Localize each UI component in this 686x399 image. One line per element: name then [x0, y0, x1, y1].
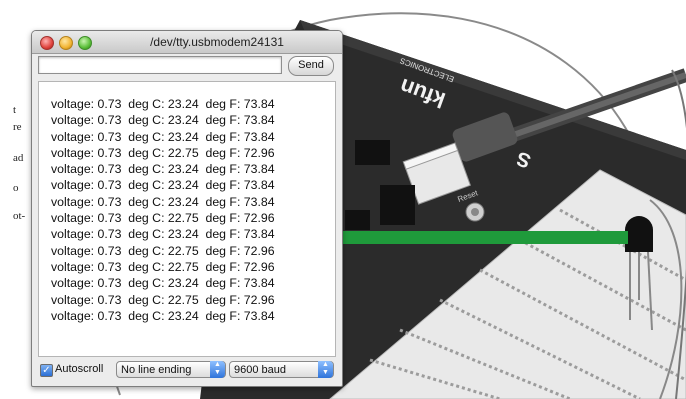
select-arrows-icon: ▲ ▼ [210, 361, 225, 378]
baud-rate-value: 9600 baud [234, 364, 286, 376]
output-line: voltage: 0.73 deg C: 23.24 deg F: 73.84 [51, 178, 275, 193]
serial-output-area[interactable]: voltage: 0.73 deg C: 23.24 deg F: 73.84 … [38, 81, 336, 357]
output-line: voltage: 0.73 deg C: 22.75 deg F: 72.96 [51, 243, 275, 258]
margin-text-fragment: re [13, 121, 22, 133]
minimize-window-button[interactable] [59, 36, 73, 50]
title-bar[interactable]: /dev/tty.usbmodem24131 [32, 31, 342, 54]
output-line: voltage: 0.73 deg C: 23.24 deg F: 73.84 [51, 129, 275, 144]
margin-text-fragment: t [13, 104, 17, 116]
send-row: Send [32, 54, 342, 80]
send-input[interactable] [38, 56, 282, 74]
output-line: voltage: 0.73 deg C: 23.24 deg F: 73.84 [51, 227, 275, 242]
autoscroll-label: Autoscroll [55, 363, 104, 375]
zoom-window-button[interactable] [78, 36, 92, 50]
serial-monitor-window: /dev/tty.usbmodem24131 Send voltage: 0.7… [31, 30, 343, 387]
baud-rate-select[interactable]: 9600 baud ▲ ▼ [229, 361, 334, 378]
serial-output-lines: voltage: 0.73 deg C: 23.24 deg F: 73.84 … [51, 96, 275, 324]
margin-text-fragment: o [13, 182, 19, 194]
bottom-controls: ✓ Autoscroll No line ending ▲ ▼ 9600 baud… [32, 359, 342, 385]
send-button[interactable]: Send [288, 56, 334, 76]
output-line: voltage: 0.73 deg C: 22.75 deg F: 72.96 [51, 292, 275, 307]
output-line: voltage: 0.73 deg C: 23.24 deg F: 73.84 [51, 308, 275, 323]
output-line: voltage: 0.73 deg C: 23.24 deg F: 73.84 [51, 162, 275, 177]
line-ending-value: No line ending [121, 364, 192, 376]
autoscroll-checkbox[interactable]: ✓ [40, 364, 53, 377]
window-title: /dev/tty.usbmodem24131 [150, 35, 284, 49]
output-line: voltage: 0.73 deg C: 22.75 deg F: 72.96 [51, 145, 275, 160]
output-line: voltage: 0.73 deg C: 23.24 deg F: 73.84 [51, 276, 275, 291]
line-ending-select[interactable]: No line ending ▲ ▼ [116, 361, 226, 378]
margin-text-fragment: ad [13, 152, 24, 164]
output-line: voltage: 0.73 deg C: 22.75 deg F: 72.96 [51, 211, 275, 226]
output-line: voltage: 0.73 deg C: 23.24 deg F: 73.84 [51, 113, 275, 128]
select-arrows-icon: ▲ ▼ [318, 361, 333, 378]
output-line: voltage: 0.73 deg C: 22.75 deg F: 72.96 [51, 259, 275, 274]
margin-text-fragment: ot- [13, 210, 26, 222]
output-line: voltage: 0.73 deg C: 23.24 deg F: 73.84 [51, 194, 275, 209]
close-window-button[interactable] [40, 36, 54, 50]
output-line: voltage: 0.73 deg C: 23.24 deg F: 73.84 [51, 97, 275, 111]
